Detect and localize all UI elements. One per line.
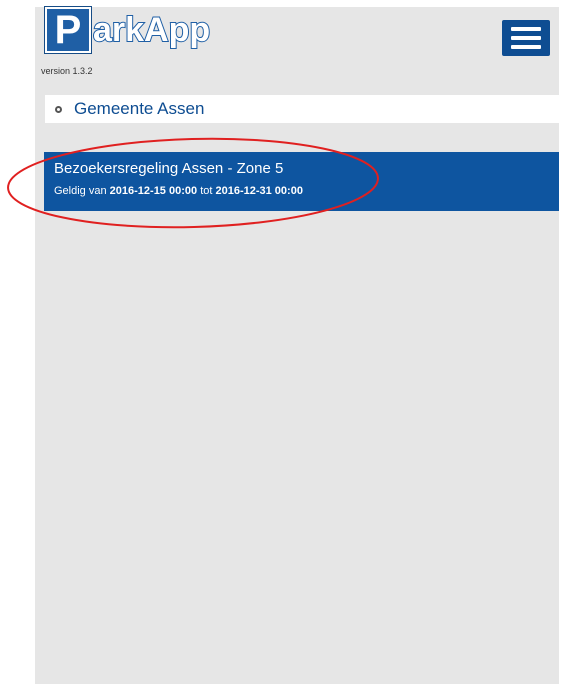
valid-to: 2016-12-31 00:00 (215, 185, 303, 197)
logo-letter: P (54, 8, 82, 52)
hamburger-bar (511, 36, 541, 40)
regulation-item[interactable]: Bezoekersregeling Assen - Zone 5 Geldig … (44, 152, 559, 211)
hamburger-menu-icon (511, 27, 541, 31)
version-label: version 1.3.2 (41, 66, 93, 76)
logo-p-icon: P (45, 7, 91, 53)
valid-from: 2016-12-15 00:00 (109, 185, 198, 197)
regulation-title: Bezoekersregeling Assen - Zone 5 (54, 160, 284, 177)
logo-text: arkApp (92, 11, 211, 49)
valid-mid: tot (200, 185, 213, 197)
app-screen: P arkApp version 1.3.2 Gemeente Assen Be… (35, 7, 559, 684)
app-logo: P arkApp (45, 7, 211, 53)
bullet-icon (55, 105, 62, 113)
regulation-validity: Geldig van 2016-12-15 00:00 tot 2016-12-… (54, 183, 549, 199)
hamburger-bar (511, 45, 541, 49)
valid-prefix: Geldig van (54, 185, 107, 197)
municipality-label: Gemeente Assen (74, 99, 205, 118)
municipality-selector[interactable]: Gemeente Assen (45, 95, 559, 123)
hamburger-menu-button[interactable] (502, 20, 550, 56)
